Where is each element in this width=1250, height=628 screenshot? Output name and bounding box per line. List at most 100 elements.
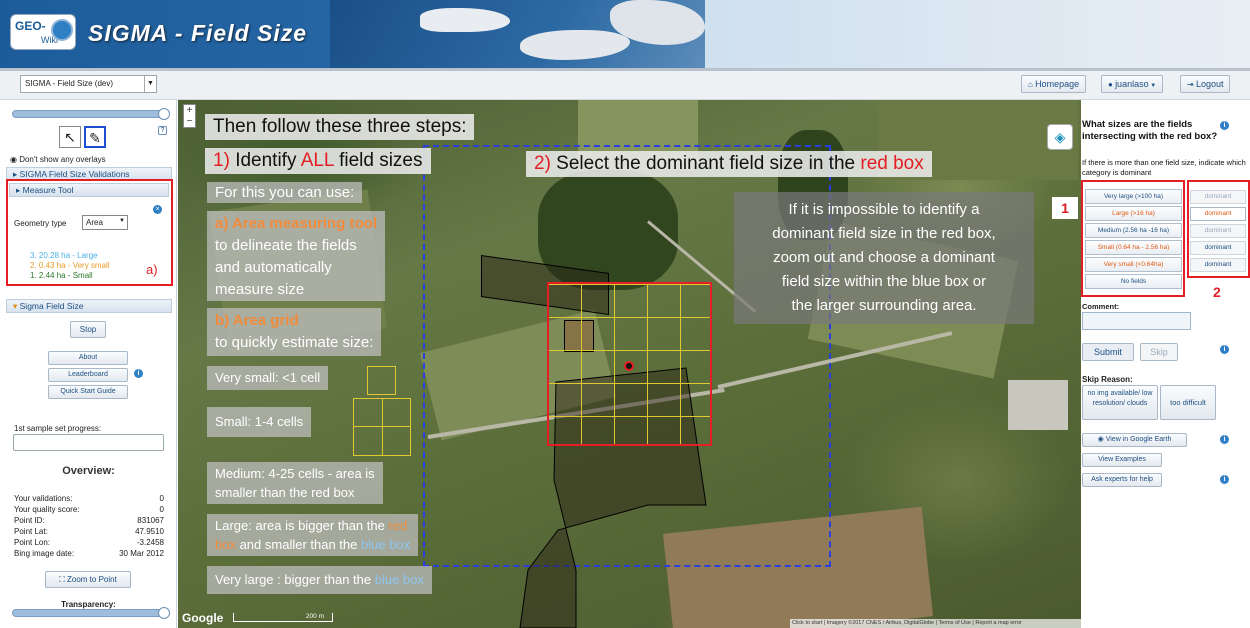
- dominant-toggle[interactable]: dominant: [1190, 241, 1246, 255]
- homepage-button[interactable]: ⌂ Homepage: [1021, 75, 1087, 93]
- overlay-radio[interactable]: ◉ Don't show any overlays: [10, 155, 106, 164]
- dominant-toggle[interactable]: dominant: [1190, 258, 1246, 272]
- zoom-to-point-label: Zoom to Point: [67, 575, 117, 584]
- slider-handle[interactable]: [158, 607, 170, 619]
- chevron-down-icon: ▼: [1148, 83, 1157, 89]
- area-tool-title: a) Area measuring tool: [215, 215, 377, 232]
- quick-start-guide-button[interactable]: Quick Start Guide: [48, 385, 128, 399]
- zoom-controls[interactable]: + −: [183, 104, 196, 128]
- very-large-text: Very large : bigger than the: [215, 572, 375, 587]
- step2-text: 2) Select the dominant field size in the…: [526, 151, 932, 177]
- measure-ruler-tool[interactable]: ✎: [84, 126, 106, 148]
- annotation-label-a: a): [146, 262, 158, 277]
- logo-text-top: GEO-: [15, 19, 46, 33]
- view-google-earth-button[interactable]: ◉ View in Google Earth: [1082, 433, 1187, 447]
- skip-reason-label: Skip Reason:: [1082, 375, 1133, 384]
- size-very-large-button[interactable]: Very large (>100 ha): [1085, 189, 1182, 204]
- skip-no-image-button[interactable]: no img available/ low resolution/ clouds: [1082, 385, 1158, 420]
- measurement-text: 3. 20.28 ha - Large: [30, 251, 98, 260]
- geo-wiki-logo[interactable]: GEO- Wiki: [10, 14, 76, 50]
- map-scale: 200 m: [233, 613, 333, 622]
- dominant-toggle[interactable]: dominant: [1190, 224, 1246, 238]
- size-large-button[interactable]: Large (>16 ha): [1085, 206, 1182, 221]
- stop-button[interactable]: Stop: [70, 321, 106, 338]
- chevron-down-icon: ▼: [119, 218, 125, 224]
- zoom-out-icon[interactable]: −: [184, 116, 195, 127]
- transparency-slider[interactable]: [12, 607, 170, 619]
- size-very-small-button[interactable]: Very small (<0.64ha): [1085, 257, 1182, 272]
- user-menu-button[interactable]: ● juanlaso ▼: [1101, 75, 1164, 93]
- large-legend: Large: area is bigger than the red box a…: [207, 514, 419, 556]
- info-icon[interactable]: i: [1220, 121, 1229, 130]
- steps-title: Then follow these three steps:: [205, 114, 475, 140]
- skip-button[interactable]: Skip: [1140, 343, 1178, 361]
- skip-too-difficult-button[interactable]: too difficult: [1160, 385, 1216, 420]
- close-icon[interactable]: ×: [153, 205, 162, 214]
- opacity-slider[interactable]: [12, 108, 170, 120]
- medium-legend-line: smaller than the red box: [215, 485, 355, 500]
- measure-tool-header[interactable]: ▸ Measure Tool: [9, 183, 169, 197]
- medium-legend-line: Medium: 4-25 cells - area is: [215, 466, 375, 481]
- zoom-to-point-button[interactable]: ⛶ Zoom to Point: [45, 571, 131, 588]
- project-select[interactable]: SIGMA - Field Size (dev) ▼: [20, 75, 157, 93]
- small-legend: Small: 1-4 cells: [207, 407, 312, 437]
- about-button[interactable]: About: [48, 351, 128, 365]
- area-grid-line: to quickly estimate size:: [215, 334, 374, 351]
- annotation-label-1: 1: [1052, 197, 1078, 219]
- overview-value: 30 Mar 2012: [119, 549, 164, 558]
- comment-label: Comment:: [1082, 302, 1120, 311]
- info-icon[interactable]: i: [1220, 475, 1229, 484]
- radio-icon: ◉: [10, 155, 20, 164]
- area-tool-box: a) Area measuring tool to delineate the …: [207, 211, 385, 301]
- size-small-button[interactable]: Small (0.64 ha - 2.56 ha): [1085, 240, 1182, 255]
- medium-legend: Medium: 4-25 cells - area is smaller tha…: [207, 462, 383, 504]
- header-land-shape: [420, 8, 510, 32]
- leaderboard-button[interactable]: Leaderboard: [48, 368, 128, 382]
- select-pointer-tool[interactable]: ↖: [59, 126, 81, 148]
- measure-tool-label: Measure Tool: [22, 185, 74, 195]
- geometry-type-select[interactable]: Area ▼: [82, 215, 128, 230]
- logout-icon: ⇥: [1187, 80, 1196, 89]
- ruler-icon: ✎: [89, 130, 101, 146]
- progress-bar: [13, 434, 164, 451]
- ask-experts-button[interactable]: Ask experts for help: [1082, 473, 1162, 487]
- large-legend-red: red: [388, 518, 408, 533]
- globe-icon: [51, 19, 73, 41]
- instruction-box: If it is impossible to identify a domina…: [734, 192, 1034, 324]
- large-legend-text: Large: area is bigger than the: [215, 518, 389, 533]
- layers-icon[interactable]: ◈: [1047, 124, 1073, 150]
- info-icon[interactable]: i: [1220, 435, 1229, 444]
- info-icon[interactable]: i: [134, 369, 143, 378]
- logout-button[interactable]: ⇥ Logout: [1180, 75, 1231, 93]
- info-icon[interactable]: i: [1220, 345, 1229, 354]
- zoom-in-icon[interactable]: +: [184, 105, 195, 116]
- step1-text: 1) Identify ALL field sizes: [205, 148, 431, 174]
- size-label: Very large (>100 ha): [1103, 193, 1164, 200]
- slider-handle[interactable]: [158, 108, 170, 120]
- transparency-label: Transparency:: [61, 600, 116, 609]
- sigma-panel-header[interactable]: ▾ Sigma Field Size: [6, 299, 172, 313]
- geometry-type-label: Geometry type: [14, 219, 67, 228]
- overview-label: Point Lat:: [14, 527, 48, 536]
- dominant-toggle[interactable]: dominant: [1190, 207, 1246, 221]
- satellite-map[interactable]: + − ◈ Then follow these three steps: 1) I…: [178, 100, 1081, 628]
- size-medium-button[interactable]: Medium (2.56 ha -16 ha): [1085, 223, 1182, 238]
- step1-all: ALL: [300, 150, 334, 171]
- zoom-icon: ⛶: [59, 575, 67, 584]
- overview-value: 831067: [137, 516, 164, 525]
- help-icon[interactable]: ?: [158, 126, 167, 135]
- comment-field[interactable]: [1082, 312, 1191, 330]
- overlay-radio-label: Don't show any overlays: [19, 155, 106, 164]
- overview-stats: Your validations: 0 Your quality score: 0 Po…: [14, 493, 164, 559]
- view-examples-button[interactable]: View Examples: [1082, 453, 1162, 467]
- overview-value: 0: [159, 494, 164, 503]
- overview-label: Bing image date:: [14, 549, 75, 558]
- size-label: Large (>16 ha): [1112, 210, 1155, 217]
- size-no-fields-button[interactable]: No fields: [1085, 274, 1182, 289]
- very-large-legend: Very large : bigger than the blue box: [207, 566, 432, 594]
- submit-button[interactable]: Submit: [1082, 343, 1134, 361]
- one-cell-grid-sample: [367, 366, 396, 395]
- chevron-down-icon: ▼: [144, 76, 156, 92]
- dominant-toggle[interactable]: dominant: [1190, 190, 1246, 204]
- four-cell-grid-sample: [353, 398, 411, 456]
